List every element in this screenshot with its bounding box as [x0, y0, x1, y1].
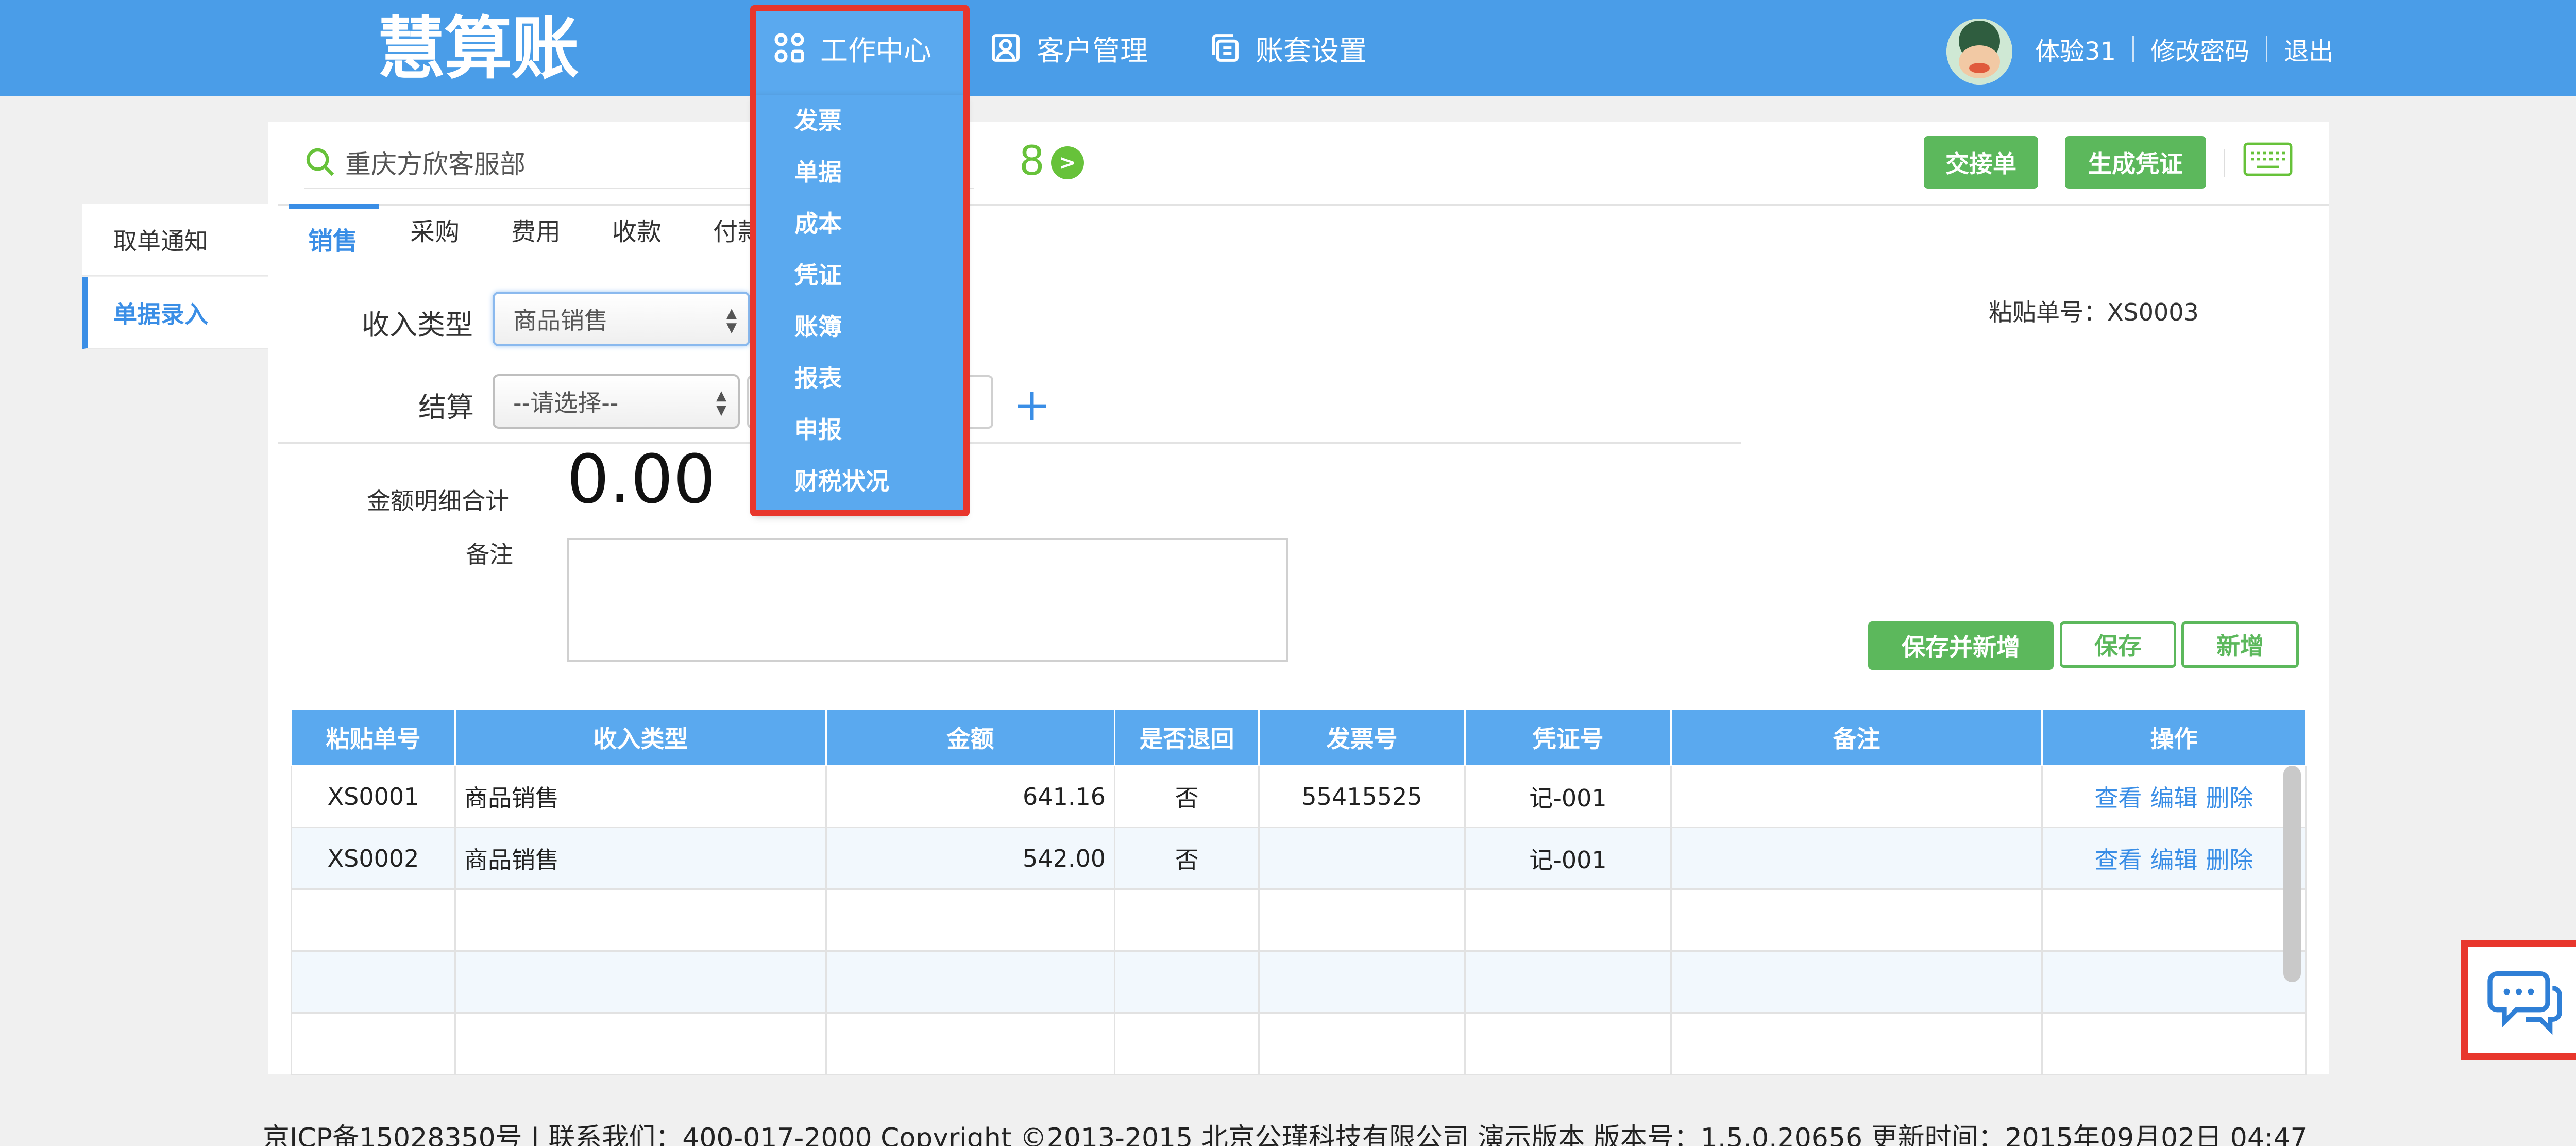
cell-operations: 查看 编辑 删除	[2041, 765, 2307, 828]
column-header: 收入类型	[454, 708, 827, 766]
column-header: 备注	[1670, 708, 2043, 766]
chat-bubble-icon	[2487, 971, 2562, 1035]
column-header: 粘贴单号	[291, 708, 456, 766]
cell-voucher-no: 记-001	[1464, 765, 1672, 828]
table-row-empty	[291, 950, 2307, 1014]
user-avatar[interactable]	[1946, 19, 2012, 85]
divider	[2224, 149, 2225, 177]
delete-link[interactable]: 删除	[2206, 784, 2253, 812]
nav-account-settings-label: 账套设置	[1256, 34, 1367, 67]
user-links: 体验31 修改密码 退出	[2035, 31, 2333, 67]
paste-number-value: XS0003	[2107, 298, 2199, 326]
active-tab-indicator	[289, 204, 379, 209]
logout-link[interactable]: 退出	[2284, 31, 2333, 67]
keyboard-icon[interactable]	[2243, 142, 2293, 178]
select-arrows-icon: ▲ ▼	[726, 306, 737, 335]
paste-number-label: 粘贴单号：	[1989, 298, 2107, 326]
cell-returned: 否	[1114, 827, 1260, 890]
paste-number: 粘贴单号：XS0003	[1989, 294, 2199, 328]
cell-amount: 641.16	[825, 765, 1115, 828]
view-link[interactable]: 查看	[2095, 784, 2142, 812]
divider	[278, 442, 1741, 444]
select-arrows-icon: ▲ ▼	[716, 388, 726, 418]
table-row: XS0002 商品销售 542.00 否 记-001 查看 编辑 删除	[291, 827, 2307, 890]
company-selector[interactable]: 重庆方欣客服部	[304, 144, 526, 180]
table-row-empty	[291, 1012, 2307, 1075]
divider	[2132, 36, 2134, 62]
footer-text: 京ICP备15028350号 | 联系我们：400-017-2000 Copyr…	[263, 1123, 2308, 1146]
edit-link[interactable]: 编辑	[2150, 784, 2198, 812]
new-button[interactable]: 新增	[2181, 621, 2299, 668]
tab-sales[interactable]: 销售	[308, 221, 358, 257]
column-header: 金额	[825, 708, 1115, 766]
cell-invoice-no: 55415525	[1258, 765, 1466, 828]
settlement-select[interactable]: --请选择-- ▲ ▼	[493, 374, 740, 429]
income-type-select[interactable]: 商品销售 ▲ ▼	[493, 292, 750, 346]
cell-income-type: 商品销售	[454, 827, 827, 890]
documents-table: 粘贴单号 收入类型 金额 是否退回 发票号 凭证号 备注 操作 XS0001 商…	[291, 708, 2307, 1075]
tab-receipt[interactable]: 收款	[612, 211, 662, 247]
cell-invoice-no	[1258, 827, 1466, 890]
company-name: 重庆方欣客服部	[345, 149, 526, 179]
tab-purchase[interactable]: 采购	[410, 211, 460, 247]
generate-voucher-button[interactable]: 生成凭证	[2065, 136, 2206, 189]
leftnav-document-entry[interactable]: 单据录入	[82, 277, 268, 349]
save-button[interactable]: 保存	[2060, 621, 2176, 668]
cell-operations: 查看 编辑 删除	[2041, 827, 2307, 890]
tab-expense[interactable]: 费用	[511, 211, 561, 247]
table-row: XS0001 商品销售 641.16 否 55415525 记-001 查看 编辑…	[291, 765, 2307, 828]
settlement-label: 结算	[418, 391, 474, 424]
chat-widget[interactable]	[2461, 940, 2576, 1060]
remark-input[interactable]	[567, 538, 1288, 662]
change-password-link[interactable]: 修改密码	[2150, 31, 2249, 67]
search-icon	[306, 148, 334, 176]
view-link[interactable]: 查看	[2095, 846, 2142, 874]
amount-total-label: 金额明细合计	[367, 487, 509, 515]
next-arrow-icon[interactable]: >	[1051, 146, 1084, 179]
cell-paste-no: XS0001	[291, 765, 456, 828]
handover-button[interactable]: 交接单	[1924, 136, 2038, 189]
cell-amount: 542.00	[825, 827, 1115, 890]
table-scrollbar[interactable]	[2283, 766, 2301, 982]
pending-count: 8	[1019, 138, 1045, 184]
column-header: 操作	[2041, 708, 2307, 766]
amount-total-value: 0.00	[567, 440, 716, 518]
income-type-label: 收入类型	[362, 309, 473, 341]
column-header: 凭证号	[1464, 708, 1672, 766]
leftnav-order-notice[interactable]: 取单通知	[82, 204, 268, 276]
cell-returned: 否	[1114, 765, 1260, 828]
table-row-empty	[291, 888, 2307, 952]
contact-card-icon	[992, 34, 1020, 62]
nav-client-management[interactable]: 客户管理	[989, 26, 1148, 70]
nav-client-management-label: 客户管理	[1037, 34, 1148, 67]
cell-remark	[1670, 765, 2043, 828]
delete-link[interactable]: 删除	[2206, 846, 2253, 874]
column-header: 发票号	[1258, 708, 1466, 766]
annotation-highlight	[750, 5, 970, 516]
copy-icon	[1212, 34, 1239, 62]
column-header: 是否退回	[1114, 708, 1260, 766]
add-settlement-icon[interactable]: +	[1013, 382, 1051, 428]
cell-remark	[1670, 827, 2043, 890]
divider	[278, 204, 2329, 206]
divider	[2266, 36, 2268, 62]
user-name[interactable]: 体验31	[2035, 31, 2116, 67]
cell-voucher-no: 记-001	[1464, 827, 1672, 890]
save-and-new-button[interactable]: 保存并新增	[1868, 621, 2054, 670]
nav-account-settings[interactable]: 账套设置	[1208, 26, 1367, 70]
table-header-row: 粘贴单号 收入类型 金额 是否退回 发票号 凭证号 备注 操作	[291, 708, 2307, 766]
settlement-placeholder: --请选择--	[513, 389, 619, 417]
edit-link[interactable]: 编辑	[2150, 846, 2198, 874]
cell-income-type: 商品销售	[454, 765, 827, 828]
app-logo[interactable]: 慧算账	[377, 10, 579, 88]
cell-paste-no: XS0002	[291, 827, 456, 890]
remark-label: 备注	[466, 541, 513, 568]
income-type-value: 商品销售	[513, 307, 608, 334]
